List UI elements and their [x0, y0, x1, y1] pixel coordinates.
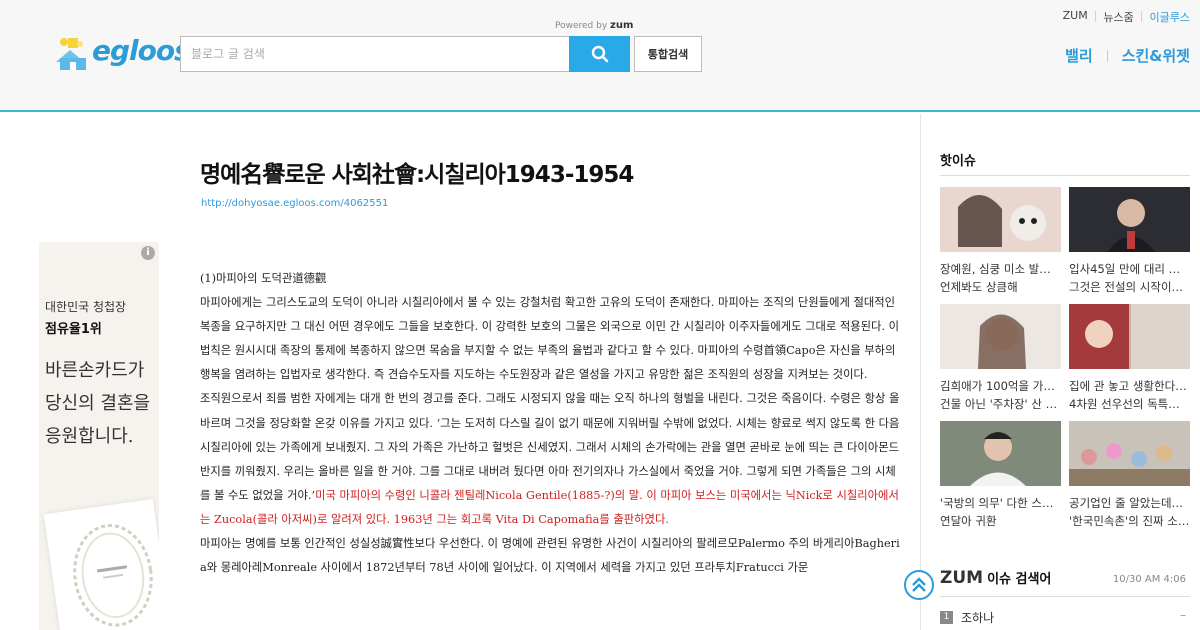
post-permalink[interactable]: http://dohyosae.egloos.com/4062551 [201, 198, 388, 209]
ad-info-icon[interactable]: i [141, 246, 155, 260]
post-body: (1)마피아의 도덕관道德觀 마피아에게는 그리스도교의 도덕이 아니라 시칠리… [200, 267, 902, 580]
ad-tagline-3: 응원합니다. [45, 426, 134, 447]
post-title: 명예名譽로운 사회社會:시칠리아1943-1954 [200, 162, 634, 188]
post-paragraph: 조직원으로서 죄를 범한 자에게는 대개 한 번의 경고를 준다. 그래도 시정… [200, 387, 902, 532]
toplink-newszum[interactable]: 뉴스줌 [1103, 9, 1133, 25]
egloos-logo-icon [56, 38, 86, 70]
thumbnail-image [940, 304, 1061, 369]
card-caption-line1: 공기업인 줄 알았는데… '한국민속촌'의 진짜 소… [1069, 496, 1190, 510]
powered-brand: zum [610, 20, 634, 31]
divider [940, 175, 1190, 176]
ad-line1: 대한민국 청첩장 [45, 300, 127, 314]
ad-invitation-card-image [43, 499, 159, 630]
column-divider [920, 114, 921, 630]
hot-issue-card[interactable]: '국방의 의무' 다한 스타들 연달아 귀환 연달아 귀환 [940, 421, 1061, 530]
thumbnail-image [940, 421, 1061, 486]
rank-number-badge: 1 [940, 611, 953, 624]
ad-tagline-2: 당신의 결혼을 [45, 393, 151, 414]
divider [940, 596, 1190, 597]
thumbnail-image [1069, 421, 1190, 486]
separator: | [1093, 9, 1098, 22]
post-paragraph: 마피아에게는 그리스도교의 도덕이 아니라 시칠리아에서 볼 수 있는 강철처럼… [200, 296, 900, 382]
separator [1106, 49, 1108, 62]
toplink-egloos[interactable]: 이글루스 [1150, 9, 1190, 25]
thumbnail-image [940, 187, 1061, 252]
card-caption-line2: 4차원 선우선의 독특한… [1069, 397, 1190, 411]
ad-tagline-1: 바른손카드가 [45, 360, 145, 381]
separator: | [1139, 9, 1144, 22]
card-caption-line1: 장예원, 심쿵 미소 발산… 언제봐도 상큼해 [940, 262, 1061, 276]
card-caption-line2: 건물 아닌 '주차장' 산 이유 [940, 397, 1061, 411]
card-caption-line2: 그것은 전설의 시작이… [1069, 280, 1184, 294]
zum-issue-header: ZUM 이슈 검색어 [940, 568, 1051, 588]
hot-issue-card[interactable]: 공기업인 줄 알았는데… '한국민속촌'의 진짜 소… '한국민속촌'의 진짜 … [1069, 421, 1190, 530]
hot-issue-card[interactable]: 김희애가 100억을 가지고 건물 아닌 '주차장' 산 이유 건물 아닌 '주… [940, 304, 1061, 413]
side-advertisement[interactable]: i 대한민국 청첩장 점유율1위 바른손카드가 당신의 결혼을 응원합니다. [39, 242, 159, 630]
card-caption-line1: 김희애가 100억을 가지고 건물 아닌 '주차장' 산 이유 [940, 379, 1061, 393]
card-caption-line1: 입사45일 만에 대리 승진 그것은 전설의 시작이… [1069, 262, 1190, 276]
ad-line2: 점유율1위 [45, 322, 102, 337]
rank-keyword[interactable]: 조하나 [961, 609, 994, 626]
top-header: egloos Powered by zum 통합검색 ZUM | 뉴스줌 | 이… [0, 0, 1200, 112]
scroll-to-top-button[interactable] [904, 570, 934, 600]
top-links: ZUM | 뉴스줌 | 이글루스 [1063, 9, 1190, 25]
zum-logo: ZUM [940, 568, 984, 588]
card-caption-line2: '한국민속촌'의 진짜 소… [1069, 514, 1190, 528]
egloos-logo[interactable]: egloos [50, 32, 191, 74]
logo-text: egloos [92, 34, 191, 67]
blog-search-input[interactable] [180, 36, 570, 72]
card-caption-line2: 언제봐도 상큼해 [940, 280, 1018, 294]
search-button[interactable] [569, 36, 630, 72]
rank-trend-indicator: – [1180, 608, 1186, 622]
quote-text: 조직원으로서 죄를 범한 자에게는 대개 한 번의 경고를 준다. 그래도 시정… [200, 392, 900, 502]
double-chevron-up-icon [912, 577, 926, 592]
toplink-zum[interactable]: ZUM [1063, 9, 1088, 25]
nav-valley[interactable]: 밸리 [1065, 45, 1093, 66]
card-caption-line1: '국방의 의무' 다한 스타들 연달아 귀환 [940, 496, 1061, 510]
nav-skin-widget[interactable]: 스킨&위젯 [1122, 45, 1190, 66]
card-caption-line2: 연달아 귀환 [940, 514, 997, 528]
ad-tagline: 바른손카드가 당신의 결혼을 응원합니다. [45, 354, 150, 453]
hot-issue-card[interactable]: 집에 관 놓고 생활한다는 4차원 선우선의 독특한… 4차원 선우선의 독특한… [1069, 304, 1190, 413]
thumbnail-image [1069, 304, 1190, 369]
powered-label: Powered by [555, 21, 608, 31]
zum-timestamp: 10/30 AM 4:06 [1112, 574, 1186, 585]
card-caption-line1: 집에 관 놓고 생활한다는 4차원 선우선의 독특한… [1069, 379, 1190, 393]
search-icon [591, 45, 608, 63]
hot-issue-card[interactable]: 장예원, 심쿵 미소 발산… 언제봐도 상큼해 언제봐도 상큼해 [940, 187, 1061, 296]
hot-issue-title: 핫이슈 [940, 154, 976, 169]
thumbnail-image [1069, 187, 1190, 252]
main-nav: 밸리 스킨&위젯 [1065, 45, 1190, 66]
post-paragraph: 마피아는 명예를 보통 인간적인 성실성誠實性보다 우선한다. 이 명예에 관련… [200, 537, 900, 575]
zum-issue-title: 이슈 검색어 [987, 572, 1052, 587]
hot-issue-card[interactable]: 입사45일 만에 대리 승진 그것은 전설의 시작이… 그것은 전설의 시작이… [1069, 187, 1190, 296]
powered-by: Powered by zum [555, 20, 633, 31]
issue-rank-item[interactable]: 1 조하나 [940, 609, 994, 626]
total-search-button[interactable]: 통합검색 [634, 36, 702, 72]
post-paragraph: (1)마피아의 도덕관道德觀 [200, 272, 327, 285]
